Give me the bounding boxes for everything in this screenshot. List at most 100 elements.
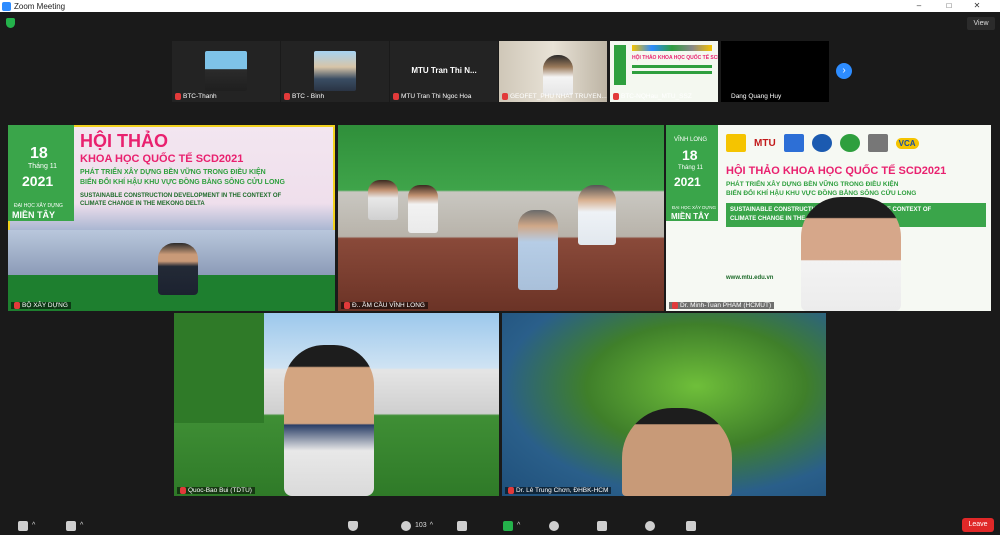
banner-subtitle: KHOA HỌC QUỐC TẾ SCD2021 — [80, 153, 244, 165]
attendee-video — [368, 180, 398, 220]
mic-muted-icon — [180, 487, 186, 494]
gallery-tile-le-trung-chon[interactable]: Dr. Lê Trung Chơn, ĐHBK-HCM — [502, 313, 826, 496]
attendee-video — [518, 210, 558, 290]
participant-display-name: MTU Tran Thi N... — [411, 66, 477, 75]
video-off-icon — [66, 520, 76, 531]
next-page-button[interactable]: › — [836, 63, 852, 79]
chevron-up-icon[interactable]: ^ — [517, 522, 520, 529]
gallery-tile-minh-tuan-pham[interactable]: VĨNH LONG 18 Tháng 11 2021 ĐẠI HỌC XÂY D… — [666, 125, 991, 311]
participant-name: GEOFET_PHU NHAT TRUYEN... — [510, 93, 607, 100]
logo-icon — [783, 134, 804, 152]
record-button[interactable] — [549, 519, 559, 532]
participant-name: BTC-NQHau_MTU_SSZ — [621, 93, 692, 100]
mic-muted-icon — [508, 487, 514, 494]
chat-button[interactable] — [457, 519, 467, 532]
participant-name: Dang Quang Huy — [731, 93, 782, 100]
logo-icon — [839, 134, 860, 152]
speaker-video — [284, 345, 374, 496]
leave-label: Leave — [968, 521, 988, 528]
record-icon — [549, 520, 559, 531]
banner-title-mini: HỘI THẢO KHOA HỌC QUỐC TẾ SCD2021 — [632, 55, 718, 61]
apps-icon — [686, 520, 696, 531]
logo-icon — [811, 134, 832, 152]
strip-tile-btc-thanh[interactable]: BTC-Thanh — [172, 41, 280, 102]
participants-icon — [401, 520, 411, 531]
participant-name: MTU Tran Thi Ngoc Hoa — [401, 93, 472, 100]
speaker-video — [622, 408, 732, 496]
participant-name: BTC-Thanh — [183, 93, 217, 100]
banner-title: HỘI THẢO — [80, 131, 168, 151]
participant-video — [205, 51, 247, 91]
view-button[interactable]: View — [967, 17, 995, 30]
participant-name: Quoc-Bao Bui (TDTU) — [188, 487, 252, 494]
strip-tile-geofet[interactable]: GEOFET_PHU NHAT TRUYEN... — [499, 41, 607, 102]
shield-icon — [348, 520, 358, 531]
breakout-rooms-button[interactable] — [597, 519, 607, 532]
mic-muted-icon — [613, 93, 619, 100]
participant-name: BTC - Bình — [292, 93, 325, 100]
participants-button[interactable]: 103 ^ — [401, 519, 433, 532]
start-video-button[interactable]: ^ — [66, 519, 83, 532]
participant-name: BỘ XÂY DỰNG — [22, 302, 68, 309]
tree-background — [174, 313, 264, 423]
window-titlebar: Zoom Meeting – □ ✕ — [0, 0, 1000, 12]
share-screen-icon — [503, 520, 513, 531]
chevron-up-icon[interactable]: ^ — [430, 522, 433, 529]
participants-count: 103 — [415, 522, 427, 529]
participant-video — [314, 51, 356, 91]
unmute-button[interactable]: ^ — [18, 519, 35, 532]
mtu-logo: MTU — [754, 137, 776, 149]
speaker-video — [801, 197, 901, 311]
strip-tile-dang-quang-huy[interactable]: Dang Quang Huy — [721, 41, 829, 102]
attendee-video — [578, 185, 616, 245]
sponsor-logos: MTU VCA — [726, 131, 976, 155]
participant-name: Dr. Lê Trung Chơn, ĐHBK-HCM — [516, 487, 609, 494]
banner-date-strip — [614, 45, 626, 85]
maximize-button[interactable]: □ — [938, 0, 960, 12]
strip-tile-btc-binh[interactable]: BTC - Bình — [281, 41, 389, 102]
mic-muted-icon — [393, 93, 399, 100]
reactions-button[interactable] — [645, 519, 655, 532]
zoom-logo-icon — [2, 1, 11, 11]
chevron-up-icon[interactable]: ^ — [80, 522, 83, 529]
mic-muted-icon — [18, 520, 28, 531]
attendee-video — [408, 185, 438, 233]
share-screen-button[interactable]: ^ — [503, 519, 520, 532]
banner-logos — [632, 45, 712, 51]
security-shield-icon[interactable] — [6, 18, 15, 28]
gallery-tile-quoc-bao-bui[interactable]: Quoc-Bao Bui (TDTU) — [174, 313, 499, 496]
reactions-icon — [645, 520, 655, 531]
participant-name: Đ.. ẦM CẦU VĨNH LONG — [352, 302, 425, 309]
grid-icon — [597, 520, 607, 531]
meeting-area: View BTC-Thanh BTC - Bình MTU Tran Thi N… — [0, 12, 1000, 515]
apps-button[interactable] — [686, 519, 696, 532]
mic-muted-icon — [175, 93, 181, 100]
chevron-right-icon: › — [842, 65, 846, 76]
logo-icon — [726, 134, 746, 152]
vca-logo: VCA — [895, 137, 919, 149]
window-title: Zoom Meeting — [14, 1, 66, 11]
logo-icon — [867, 134, 888, 152]
strip-tile-mtu-tran-thi-ngoc-hoa[interactable]: MTU Tran Thi N... MTU Tran Thi Ngoc Hoa — [390, 41, 498, 102]
view-label: View — [973, 20, 989, 27]
banner-title: HỘI THẢO KHOA HỌC QUỐC TẾ SCD2021 — [726, 165, 947, 177]
mic-muted-icon — [672, 302, 678, 309]
mic-muted-icon — [14, 302, 20, 309]
gallery-tile-bo-xay-dung[interactable]: 18 Tháng 11 2021 ĐẠI HỌC XÂY DỰNG MIỀN T… — [8, 125, 335, 311]
mic-muted-icon — [344, 302, 350, 309]
chevron-up-icon[interactable]: ^ — [32, 522, 35, 529]
chat-icon — [457, 520, 467, 531]
close-button[interactable]: ✕ — [966, 0, 988, 12]
participant-name: Dr. Minh-Tuan PHAM (HCMUT) — [680, 302, 772, 309]
meeting-toolbar: ^ ^ 103 ^ ^ Leave — [0, 515, 1000, 535]
strip-tile-btc-nqhau[interactable]: HỘI THẢO KHOA HỌC QUỐC TẾ SCD2021 BTC-NQ… — [610, 41, 718, 102]
minimize-button[interactable]: – — [908, 0, 930, 12]
leave-button[interactable]: Leave — [962, 518, 994, 532]
security-button[interactable] — [348, 519, 358, 532]
mic-muted-icon — [502, 93, 508, 100]
website-text: www.mtu.edu.vn — [726, 275, 774, 281]
participant-video — [543, 55, 573, 95]
gallery-tile-conference-room[interactable]: Đ.. ẦM CẦU VĨNH LONG — [338, 125, 664, 311]
speaker-video — [158, 243, 198, 295]
mic-muted-icon — [284, 93, 290, 100]
